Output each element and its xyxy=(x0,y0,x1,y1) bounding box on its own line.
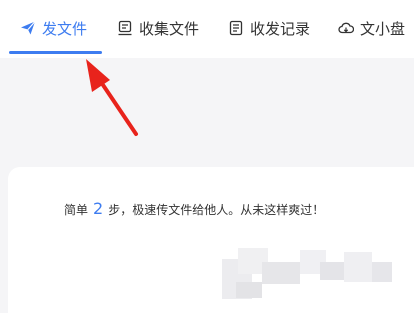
blur-block xyxy=(344,252,372,282)
active-tab-indicator xyxy=(9,51,102,54)
record-list-icon xyxy=(229,20,243,36)
slogan-step-count: 2 xyxy=(93,199,104,218)
tab-label: 收集文件 xyxy=(139,19,200,38)
tab-bar: 发文件 收集文件 收发记录 文小盘 xyxy=(0,0,414,58)
tab-send-file[interactable]: 发文件 xyxy=(20,16,87,40)
collect-box-icon xyxy=(118,20,132,36)
tab-label: 发文件 xyxy=(42,19,88,38)
tab-send-receive-records[interactable]: 收发记录 xyxy=(228,16,310,40)
blur-block xyxy=(320,262,344,280)
slogan-suffix: 步，极速传文件给他人。从未这样爽过！ xyxy=(108,203,325,217)
tab-collect-files[interactable]: 收集文件 xyxy=(117,16,199,40)
slogan-text: 简单 2 步，极速传文件给他人。从未这样爽过！ xyxy=(64,199,324,219)
blur-block xyxy=(236,282,262,298)
paper-plane-icon xyxy=(21,21,36,35)
tab-label: 收发记录 xyxy=(250,19,311,38)
slogan-prefix: 简单 xyxy=(64,203,89,217)
tab-label: 文小盘 xyxy=(360,19,406,38)
cloud-drive-icon xyxy=(338,22,354,34)
main-panel xyxy=(8,167,414,313)
blur-block xyxy=(262,262,300,284)
tab-wen-xiao-pan[interactable]: 文小盘 xyxy=(338,16,405,40)
blur-block xyxy=(372,262,392,282)
